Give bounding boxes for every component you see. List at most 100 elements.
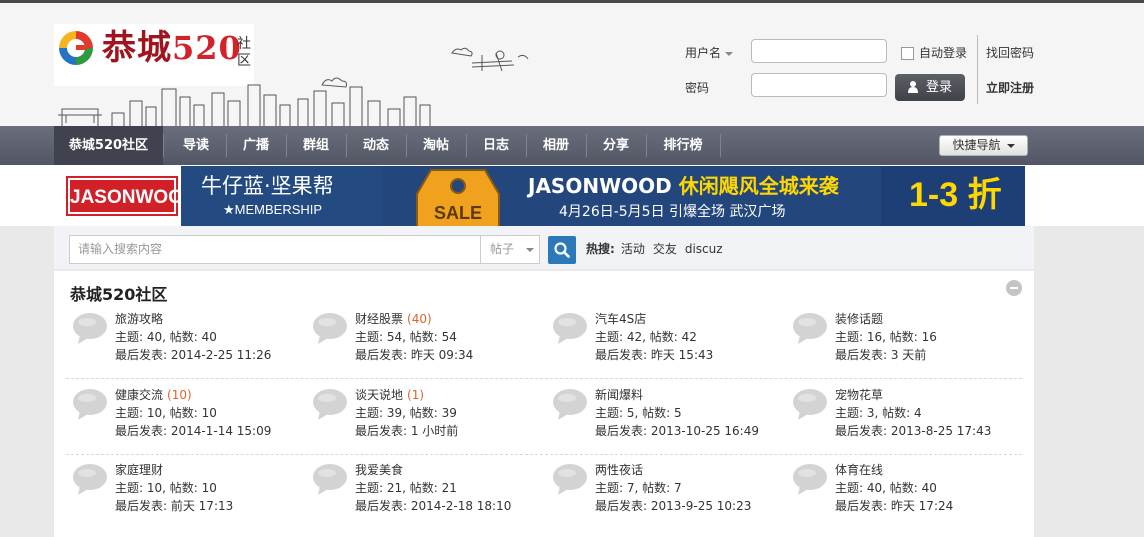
hot-search-label: 热搜: <box>586 242 615 256</box>
forum-board[interactable]: 家庭理财 主题: 10, 帖数: 10 最后发表: 前天 17:13 <box>64 462 294 522</box>
forum-name[interactable]: 汽车4S店 <box>595 311 650 327</box>
forum-name[interactable]: 健康交流 (10) <box>115 387 192 403</box>
row-divider <box>66 454 1022 455</box>
forum-bubble-icon <box>72 462 108 496</box>
forum-name[interactable]: 两性夜话 <box>595 462 647 478</box>
forum-name[interactable]: 旅游攻略 <box>115 311 167 327</box>
login-form: 用户名 自动登录 密码 登录 找回密码 立即注册 <box>676 33 1076 113</box>
hot-keyword[interactable]: discuz <box>685 242 723 256</box>
forum-board[interactable]: 旅游攻略主题: 40, 帖数: 40 最后发表: 2014-2-25 11:26 <box>64 311 294 371</box>
nav-item-album[interactable]: 相册 <box>526 126 586 165</box>
banner-slogan: 牛仔蓝·坚果帮 <box>201 174 334 198</box>
forum-last-post[interactable]: 最后发表: 2013-10-25 16:49 <box>595 423 759 439</box>
banner-brand-logo: JASONWOOD <box>68 178 197 214</box>
checkbox-icon <box>901 47 914 60</box>
forum-last-post[interactable]: 最后发表: 2014-1-14 15:09 <box>115 423 271 439</box>
forum-bubble-icon <box>72 311 108 345</box>
forum-last-post[interactable]: 最后发表: 昨天 15:43 <box>595 347 713 363</box>
forum-bubble-icon <box>312 462 348 496</box>
banner-date: 4月26日-5月5日 引爆全场 武汉广场 <box>559 204 786 220</box>
login-divider <box>977 35 978 104</box>
ad-banner[interactable]: JASONWOOD 牛仔蓝·坚果帮 ★MEMBERSHIP SALE JASON… <box>63 166 1025 226</box>
banner-slogan-panel: 牛仔蓝·坚果帮 ★MEMBERSHIP <box>181 166 381 226</box>
forum-bubble-icon <box>792 387 828 421</box>
forum-name[interactable]: 宠物花草 <box>835 387 887 403</box>
chevron-down-icon <box>526 247 535 252</box>
forum-last-post[interactable]: 最后发表: 2013-9-25 10:23 <box>595 498 751 514</box>
forum-board[interactable]: 我爱美食 主题: 21, 帖数: 21 最后发表: 2014-2-18 18:10 <box>304 462 534 522</box>
username-label[interactable]: 用户名 <box>685 44 734 61</box>
forum-last-post[interactable]: 最后发表: 前天 17:13 <box>115 498 233 514</box>
banner-membership: ★MEMBERSHIP <box>223 202 323 217</box>
search-icon <box>554 242 570 258</box>
forum-last-post[interactable]: 最后发表: 2014-2-25 11:26 <box>115 347 271 363</box>
search-type-select[interactable]: 帖子 <box>480 235 540 264</box>
forum-stats: 主题: 42, 帖数: 42 <box>595 330 697 344</box>
forum-stats: 主题: 40, 帖数: 40 <box>115 330 217 344</box>
chevron-down-icon <box>1006 143 1015 148</box>
hot-keyword[interactable]: 活动 <box>621 242 645 256</box>
forum-last-post[interactable]: 最后发表: 昨天 09:34 <box>355 347 473 363</box>
nav-item-activity[interactable]: 动态 <box>346 126 406 165</box>
forum-board[interactable]: 装修话题 主题: 16, 帖数: 16 最后发表: 3 天前 <box>784 311 1014 371</box>
forum-board[interactable]: 汽车4S店主题: 42, 帖数: 42 最后发表: 昨天 15:43 <box>544 311 774 371</box>
nav-item-blog[interactable]: 日志 <box>466 126 526 165</box>
search-bar: 请输入搜索内容 帖子 热搜: 活动 交友 discuz <box>54 226 1034 269</box>
forum-bubble-icon <box>552 387 588 421</box>
auto-login-checkbox[interactable]: 自动登录 <box>901 44 967 61</box>
banner-brand-panel: JASONWOOD <box>63 166 197 226</box>
nav-item-home[interactable]: 恭城520社区 <box>54 126 163 165</box>
forum-category-box: 恭城520社区 旅游攻略主题: 40, 帖数: 40 最后发表: 2014-2-2… <box>54 271 1034 537</box>
forum-name[interactable]: 体育在线 <box>835 462 887 478</box>
category-title[interactable]: 恭城520社区 <box>70 281 167 305</box>
forum-board[interactable]: 谈天说地 (1) 主题: 39, 帖数: 39 最后发表: 1 小时前 <box>304 387 534 447</box>
row-divider <box>66 378 1022 379</box>
find-password-link[interactable]: 找回密码 <box>986 44 1034 61</box>
forum-last-post[interactable]: 最后发表: 2013-8-25 17:43 <box>835 423 991 439</box>
search-button[interactable] <box>548 236 576 264</box>
forum-board[interactable]: 财经股票 (40) 主题: 54, 帖数: 54 最后发表: 昨天 09:34 <box>304 311 534 371</box>
forum-last-post[interactable]: 最后发表: 3 天前 <box>835 347 926 363</box>
forum-bubble-icon <box>552 311 588 345</box>
main-content: 请输入搜索内容 帖子 热搜: 活动 交友 discuz 恭城520社区 旅游攻略主题:… <box>54 226 1034 537</box>
collapse-icon[interactable] <box>1006 280 1022 296</box>
forum-board[interactable]: 健康交流 (10) 主题: 10, 帖数: 10 最后发表: 2014-1-14 15… <box>64 387 294 447</box>
forum-board[interactable]: 新闻爆料 主题: 5, 帖数: 5 最后发表: 2013-10-25 16:49 <box>544 387 774 447</box>
forum-name[interactable]: 谈天说地 (1) <box>355 387 424 403</box>
site-header: 恭城520 社区 用户名 自动登录 密码 登录 找回密码 立即注册 <box>0 3 1144 129</box>
page-gap <box>734 527 1034 537</box>
forum-board[interactable]: 宠物花草 主题: 3, 帖数: 4 最后发表: 2013-8-25 17:43 <box>784 387 1014 447</box>
nav-item-broadcast[interactable]: 广播 <box>226 126 286 165</box>
login-button[interactable]: 登录 <box>895 74 965 101</box>
forum-last-post[interactable]: 最后发表: 昨天 17:24 <box>835 498 953 514</box>
nav-divider <box>720 134 721 157</box>
quick-nav-dropdown[interactable]: 快捷导航 <box>939 135 1028 156</box>
register-link[interactable]: 立即注册 <box>986 79 1034 96</box>
forum-board[interactable]: 体育在线主题: 40, 帖数: 40 最后发表: 昨天 17:24 <box>784 462 1014 522</box>
forum-stats: 主题: 40, 帖数: 40 <box>835 481 937 495</box>
forum-bubble-icon <box>312 387 348 421</box>
nav-item-ranking[interactable]: 排行榜 <box>646 126 720 165</box>
forum-last-post[interactable]: 最后发表: 2014-2-18 18:10 <box>355 498 511 514</box>
forum-name[interactable]: 装修话题 <box>835 311 887 327</box>
forum-stats: 主题: 39, 帖数: 39 <box>355 406 457 420</box>
nav-item-guide[interactable]: 导读 <box>166 126 226 165</box>
banner-discount: 1-3 折 <box>909 176 1002 214</box>
forum-board[interactable]: 两性夜话 主题: 7, 帖数: 7 最后发表: 2013-9-25 10:23 <box>544 462 774 522</box>
forum-stats: 主题: 10, 帖数: 10 <box>115 406 217 420</box>
search-input[interactable]: 请输入搜索内容 <box>69 235 480 264</box>
hot-keyword[interactable]: 交友 <box>653 242 677 256</box>
forum-last-post[interactable]: 最后发表: 1 小时前 <box>355 423 458 439</box>
username-input[interactable] <box>751 39 887 63</box>
forum-name[interactable]: 我爱美食 <box>355 462 407 478</box>
nav-item-collections[interactable]: 淘帖 <box>406 126 466 165</box>
forum-name[interactable]: 家庭理财 <box>115 462 167 478</box>
banner-headline: JASONWOOD 休闲飓风全城来袭 <box>528 174 839 198</box>
forum-bubble-icon <box>792 462 828 496</box>
nav-item-share[interactable]: 分享 <box>586 126 646 165</box>
today-post-count: (10) <box>167 388 192 402</box>
nav-item-groups[interactable]: 群组 <box>286 126 346 165</box>
forum-name[interactable]: 新闻爆料 <box>595 387 647 403</box>
forum-name[interactable]: 财经股票 (40) <box>355 311 432 327</box>
password-input[interactable] <box>751 73 887 97</box>
